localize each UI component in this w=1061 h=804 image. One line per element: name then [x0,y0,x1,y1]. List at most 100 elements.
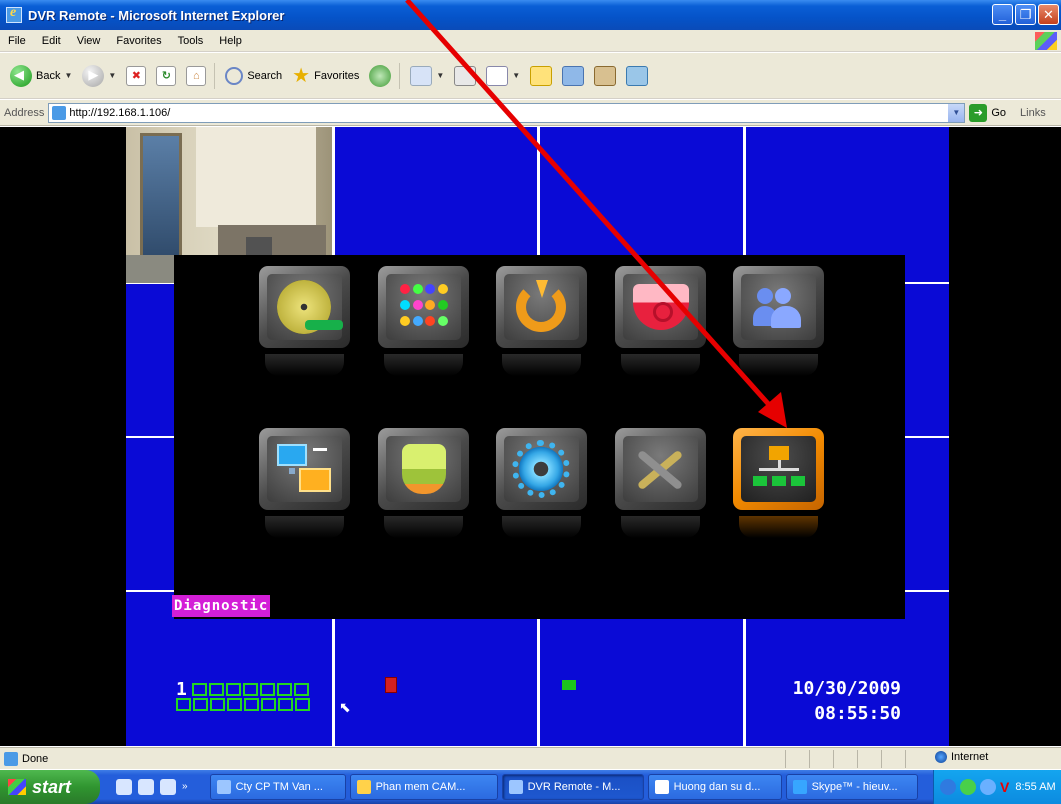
people-icon[interactable] [626,65,649,86]
address-bar: Address http://192.168.1.106/ ▼ ➜ Go Lin… [0,100,1061,126]
globe-icon [935,751,947,763]
links-button[interactable]: Links [1020,107,1046,119]
forward-button[interactable]: ▼ [82,64,116,87]
settings-menu-tile[interactable] [496,428,587,538]
edit-word-icon[interactable] [486,65,509,86]
gear-icon [512,440,570,498]
playback-menu-tile[interactable] [259,266,350,376]
quick-launch-icon[interactable] [138,779,154,795]
window-title: DVR Remote - Microsoft Internet Explorer [28,7,285,23]
menu-bar: File Edit View Favorites Tools Help [0,30,1061,52]
tray-icon[interactable] [980,779,996,795]
word-icon [654,780,669,794]
menu-tools[interactable]: Tools [170,35,212,47]
network-icon [753,446,805,494]
display-menu-tile[interactable] [378,266,469,376]
system-tray: V 8:55 AM [933,770,1061,804]
channel-status-row-2 [176,698,310,711]
windows-logo-icon [1035,32,1057,50]
film-reel-icon [277,280,343,334]
diagnostic-menu-tile[interactable] [733,428,824,538]
channel-indicator [243,683,258,696]
toolbar: Back ▼ ▼ ✖ ↻ ⌂ Search ★ Favorites ▼ ▼ [0,53,1061,99]
channel-indicator [226,683,241,696]
color-dots-icon [400,284,448,330]
quick-launch-icon[interactable] [116,779,132,795]
close-button[interactable]: ✕ [1038,4,1059,25]
tray-icon[interactable] [940,779,956,795]
folder-icon [356,780,371,794]
tray-icon[interactable] [960,779,976,795]
users-icon [753,286,805,328]
home-icon[interactable]: ⌂ [186,65,207,86]
menu-help[interactable]: Help [211,35,250,47]
channel-indicator [277,683,292,696]
folder-icon[interactable] [530,65,553,86]
monitors-icon [277,444,333,496]
user-menu-tile[interactable] [733,266,824,376]
page-done-icon [4,751,18,766]
go-arrow-icon: ➜ [969,103,988,122]
go-button[interactable]: ➜ Go [969,103,1006,122]
record-menu-tile[interactable] [496,266,587,376]
start-button[interactable]: start [0,770,100,804]
address-input[interactable]: http://192.168.1.106/ ▼ [48,102,966,123]
channel-status-row-1: 1 [176,679,309,700]
taskbar-item[interactable]: Cty CP TM Van ... [209,774,346,800]
dvr-time: 08:55:50 [814,703,901,724]
quick-launch-icon[interactable] [160,779,176,795]
tools-menu-tile[interactable] [615,428,706,538]
mail-icon[interactable] [410,65,433,86]
mouse-cursor-icon: ⬉ [339,699,351,715]
channel-indicator [192,683,207,696]
taskbar-item-active[interactable]: DVR Remote - M... [501,774,644,800]
chevron-down-icon[interactable]: ▼ [108,71,116,80]
chevron-right-icon[interactable]: » [182,779,188,795]
messenger-icon[interactable] [562,65,585,86]
page-icon [52,105,67,120]
back-button[interactable]: Back ▼ [10,64,72,87]
stop-icon[interactable]: ✖ [126,65,147,86]
taskbar-item[interactable]: Skype™ - hieuv... [785,774,918,800]
skype-icon [792,780,807,794]
back-arrow-icon [10,64,32,87]
menu-file[interactable]: File [0,35,34,47]
address-label: Address [4,106,45,119]
research-icon[interactable] [594,65,617,86]
antivirus-icon[interactable]: V [1000,779,1009,795]
camera-menu-tile[interactable] [615,266,706,376]
taskbar-item[interactable]: Phan mem CAM... [349,774,498,800]
record-indicator-icon [385,677,397,693]
dvr-screen[interactable]: Diagnostic 1 ⬉ 10/30/2009 08:55:50 [126,127,949,746]
search-button[interactable]: Search [225,66,282,85]
security-zone: Internet [935,751,988,763]
taskbar: start » Cty CP TM Van ... Phan mem CAM..… [0,770,1061,804]
chevron-down-icon[interactable]: ▼ [64,71,72,80]
clock: 8:55 AM [1015,781,1056,793]
page-content: Diagnostic 1 ⬉ 10/30/2009 08:55:50 [0,127,1061,746]
refresh-icon[interactable]: ↻ [156,65,177,86]
taskbar-item[interactable]: Huong dan su d... [647,774,782,800]
channel-indicator [176,698,191,711]
channel-indicator [261,698,276,711]
history-icon[interactable] [369,64,392,87]
selected-menu-label: Diagnostic [172,595,271,617]
menu-view[interactable]: View [69,35,109,47]
dvr-date: 10/30/2009 [792,678,901,699]
menu-edit[interactable]: Edit [34,35,69,47]
favorites-button[interactable]: ★ Favorites [292,63,359,88]
chevron-down-icon[interactable]: ▼ [948,103,965,122]
channel-indicator [227,698,242,711]
url-text[interactable]: http://192.168.1.106/ [69,107,948,119]
search-icon [225,66,244,85]
star-icon: ★ [292,65,311,87]
minimize-button[interactable]: _ [992,4,1013,25]
dvr-main-menu [174,255,905,619]
ie-icon [6,5,22,23]
print-icon[interactable] [454,65,477,86]
channel-indicator [295,698,310,711]
restore-button[interactable]: ❐ [1015,4,1036,25]
ptz-menu-tile[interactable] [378,428,469,538]
network-display-menu-tile[interactable] [259,428,350,538]
menu-favorites[interactable]: Favorites [108,35,169,47]
